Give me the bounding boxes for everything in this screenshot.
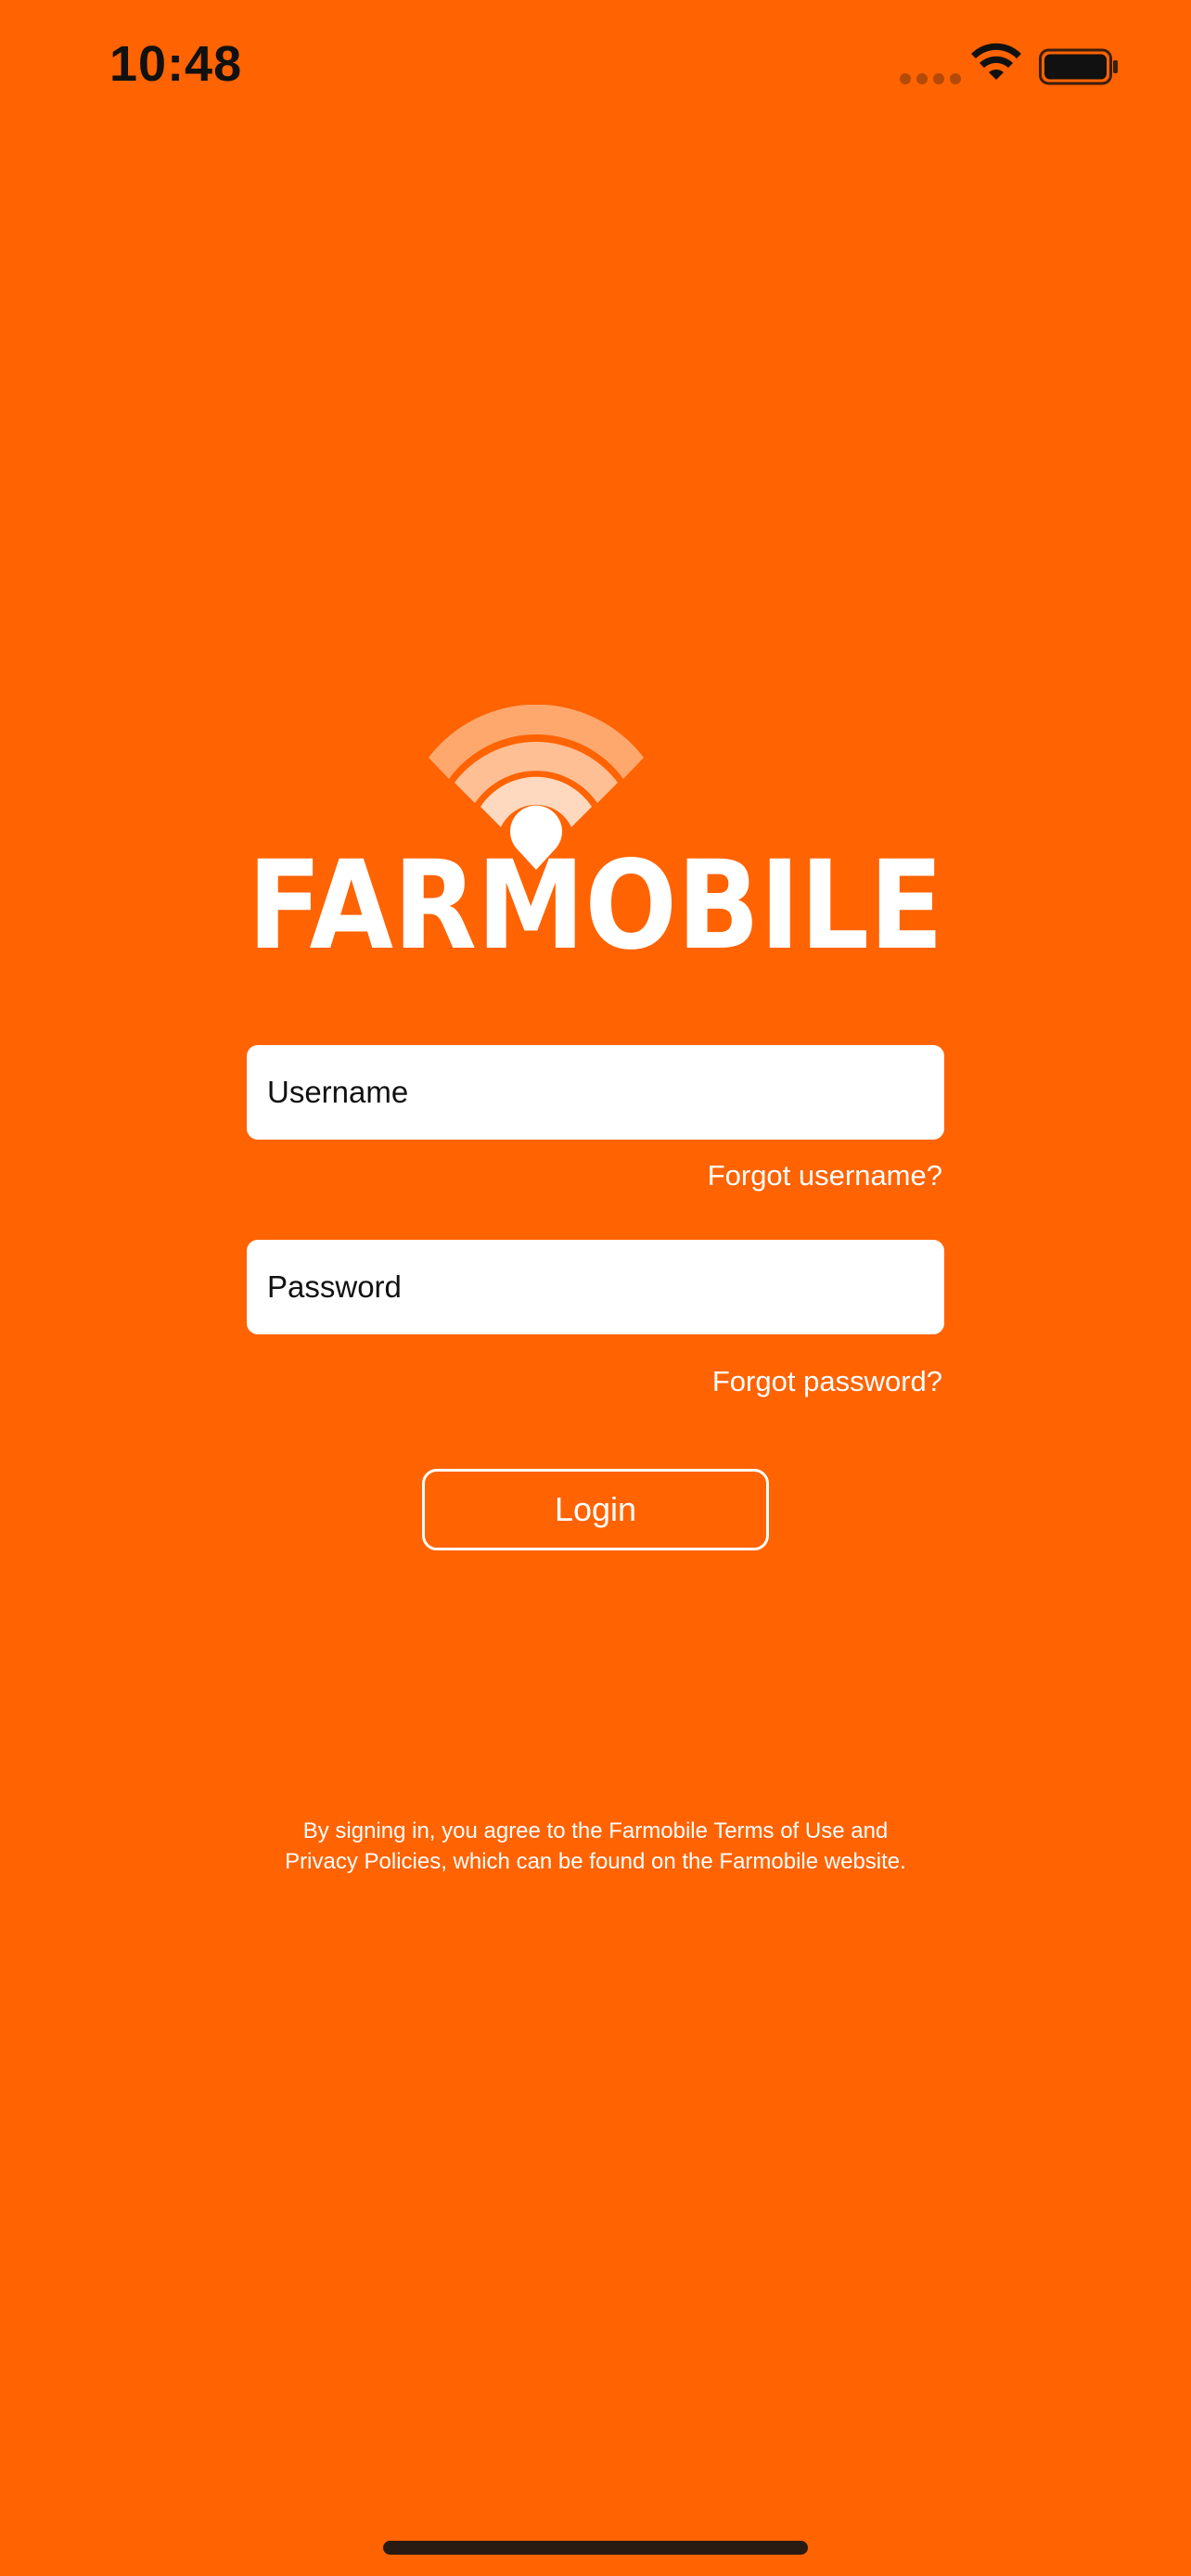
- wifi-icon: [971, 43, 1021, 80]
- status-time: 10:48: [109, 36, 243, 92]
- signal-waves-icon: [429, 705, 644, 870]
- battery-icon: [1039, 48, 1118, 85]
- status-bar: 10:48: [0, 0, 1191, 139]
- login-button[interactable]: Login: [422, 1469, 769, 1550]
- terms-line-1: By signing in, you agree to the Farmobil…: [302, 1818, 889, 1843]
- logo-wordmark: FARMOBILE: [248, 851, 943, 953]
- forgot-username-link[interactable]: Forgot username?: [708, 1159, 942, 1192]
- username-input[interactable]: [247, 1045, 944, 1140]
- terms-notice: By signing in, you agree to the Farmobil…: [224, 1816, 967, 1877]
- terms-line-2: Privacy Policies, which can be found on …: [285, 1849, 906, 1874]
- farmobile-logo: FARMOBILE: [0, 705, 1191, 964]
- forgot-password-link[interactable]: Forgot password?: [712, 1365, 942, 1398]
- home-indicator[interactable]: [383, 2541, 808, 2555]
- password-input[interactable]: [247, 1240, 944, 1334]
- logo-text: FARMOBILE: [248, 851, 943, 953]
- cellular-signal-icon: [900, 73, 961, 84]
